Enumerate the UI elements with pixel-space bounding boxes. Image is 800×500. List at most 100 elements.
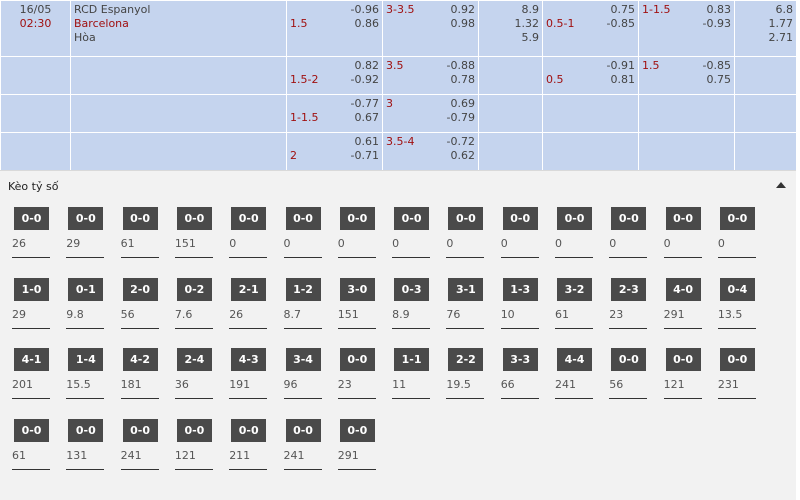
handicap-away-odds[interactable]: 0.86 — [351, 17, 380, 31]
score-cell[interactable]: 0-0 241 — [119, 412, 163, 470]
score-odds[interactable]: 7.6 — [175, 308, 193, 321]
score-cell[interactable]: 0-0 0 — [499, 200, 543, 258]
score-cell[interactable]: 0-0 56 — [607, 341, 651, 399]
score-odds[interactable]: 0 — [664, 237, 671, 250]
score-odds[interactable]: 26 — [229, 308, 243, 321]
score-cell[interactable]: 0-0 0 — [390, 200, 434, 258]
score-cell[interactable]: 0-0 0 — [662, 200, 706, 258]
first-half-handicap-cell[interactable]: 0.5-1 0.75 -0.85 — [542, 0, 639, 57]
score-cell[interactable]: 1-0 29 — [10, 271, 54, 329]
1x2-draw[interactable]: 5.9 — [482, 31, 540, 45]
score-cell[interactable]: 0-4 13.5 — [716, 271, 760, 329]
score-odds[interactable]: 61 — [555, 308, 569, 321]
score-cell[interactable]: 0-0 0 — [607, 200, 651, 258]
score-cell[interactable]: 1-1 11 — [390, 341, 434, 399]
under-odds[interactable]: -0.79 — [447, 111, 475, 125]
score-odds[interactable]: 121 — [175, 449, 196, 462]
score-cell[interactable]: 2-0 56 — [119, 271, 163, 329]
score-odds[interactable]: 23 — [338, 378, 352, 391]
score-odds[interactable]: 76 — [446, 308, 460, 321]
score-odds[interactable]: 201 — [12, 378, 33, 391]
score-odds[interactable]: 29 — [66, 237, 80, 250]
score-odds[interactable]: 66 — [501, 378, 515, 391]
first-half-home-odds[interactable]: 0.75 — [607, 3, 636, 17]
score-cell[interactable]: 0-0 0 — [444, 200, 488, 258]
handicap-cell[interactable]: 2 0.61 -0.71 — [286, 132, 383, 171]
1x2-home[interactable]: 8.9 — [482, 3, 540, 17]
score-odds[interactable]: 19.5 — [446, 378, 471, 391]
score-odds[interactable]: 211 — [229, 449, 250, 462]
score-cell[interactable]: 0-1 9.8 — [64, 271, 108, 329]
first-half-ou-cell[interactable]: 1-1.5 0.83 -0.93 — [638, 0, 735, 57]
score-cell[interactable]: 0-0 0 — [716, 200, 760, 258]
score-odds[interactable]: 231 — [718, 378, 739, 391]
over-odds[interactable]: -0.88 — [447, 59, 475, 73]
over-under-cell[interactable]: 3-3.5 0.92 0.98 — [382, 0, 479, 57]
under-odds[interactable]: 0.98 — [451, 17, 476, 31]
over-odds[interactable]: 0.92 — [451, 3, 476, 17]
first-half-1x2-cell[interactable]: 6.8 1.77 2.71 — [734, 0, 797, 57]
1x2-away[interactable]: 1.32 — [482, 17, 540, 31]
score-cell[interactable]: 4-4 241 — [553, 341, 597, 399]
score-odds[interactable]: 8.9 — [392, 308, 410, 321]
score-cell[interactable]: 4-0 291 — [662, 271, 706, 329]
score-cell[interactable]: 0-0 121 — [173, 412, 217, 470]
score-odds[interactable]: 56 — [609, 378, 623, 391]
first-half-handicap-cell[interactable]: 0.5 -0.91 0.81 — [542, 56, 639, 95]
score-cell[interactable]: 0-0 121 — [662, 341, 706, 399]
score-cell[interactable]: 2-3 23 — [607, 271, 651, 329]
first-half-ou-cell[interactable]: 1.5 -0.85 0.75 — [638, 56, 735, 95]
score-odds[interactable]: 0 — [229, 237, 236, 250]
score-cell[interactable]: 0-0 29 — [64, 200, 108, 258]
score-odds[interactable]: 0 — [338, 237, 345, 250]
first-half-away-odds[interactable]: -0.85 — [607, 17, 635, 31]
score-odds[interactable]: 0 — [446, 237, 453, 250]
score-odds[interactable]: 11 — [392, 378, 406, 391]
over-under-cell[interactable]: 3.5 -0.88 0.78 — [382, 56, 479, 95]
handicap-home-odds[interactable]: 0.82 — [351, 59, 380, 73]
first-half-over-odds[interactable]: -0.85 — [703, 59, 731, 73]
first-half-away-odds[interactable]: 0.81 — [607, 73, 636, 87]
score-cell[interactable]: 0-0 0 — [227, 200, 271, 258]
score-odds[interactable]: 0 — [555, 237, 562, 250]
score-cell[interactable]: 3-3 66 — [499, 341, 543, 399]
score-cell[interactable]: 0-0 291 — [336, 412, 380, 470]
score-odds[interactable]: 61 — [12, 449, 26, 462]
score-odds[interactable]: 9.8 — [66, 308, 84, 321]
score-odds[interactable]: 0 — [609, 237, 616, 250]
score-odds[interactable]: 0 — [392, 237, 399, 250]
handicap-away-odds[interactable]: 0.67 — [351, 111, 380, 125]
score-cell[interactable]: 2-4 36 — [173, 341, 217, 399]
score-cell[interactable]: 1-2 8.7 — [282, 271, 326, 329]
score-cell[interactable]: 0-0 211 — [227, 412, 271, 470]
score-cell[interactable]: 2-2 19.5 — [444, 341, 488, 399]
score-odds[interactable]: 151 — [338, 308, 359, 321]
handicap-cell[interactable]: 1-1.5 -0.77 0.67 — [286, 94, 383, 133]
under-odds[interactable]: 0.78 — [447, 73, 476, 87]
score-odds[interactable]: 131 — [66, 449, 87, 462]
score-odds[interactable]: 151 — [175, 237, 196, 250]
score-odds[interactable]: 61 — [121, 237, 135, 250]
score-cell[interactable]: 3-4 96 — [282, 341, 326, 399]
score-cell[interactable]: 4-1 201 — [10, 341, 54, 399]
score-cell[interactable]: 0-0 151 — [173, 200, 217, 258]
score-odds[interactable]: 15.5 — [66, 378, 91, 391]
score-section-header[interactable]: Kèo tỷ số — [0, 170, 796, 200]
score-cell[interactable]: 2-1 26 — [227, 271, 271, 329]
score-odds[interactable]: 8.7 — [284, 308, 302, 321]
first-half-under-odds[interactable]: 0.75 — [703, 73, 732, 87]
score-cell[interactable]: 0-0 26 — [10, 200, 54, 258]
score-odds[interactable]: 29 — [12, 308, 26, 321]
score-cell[interactable]: 3-1 76 — [444, 271, 488, 329]
first-half-over-odds[interactable]: 0.83 — [703, 3, 732, 17]
first-half-1x2-away[interactable]: 1.77 — [738, 17, 794, 31]
score-odds[interactable]: 26 — [12, 237, 26, 250]
score-odds[interactable]: 36 — [175, 378, 189, 391]
score-odds[interactable]: 241 — [284, 449, 305, 462]
handicap-home-odds[interactable]: -0.96 — [351, 3, 379, 17]
handicap-away-odds[interactable]: -0.92 — [351, 73, 379, 87]
score-cell[interactable]: 4-2 181 — [119, 341, 163, 399]
score-odds[interactable]: 23 — [609, 308, 623, 321]
over-under-cell[interactable]: 3 0.69 -0.79 — [382, 94, 479, 133]
score-odds[interactable]: 10 — [501, 308, 515, 321]
